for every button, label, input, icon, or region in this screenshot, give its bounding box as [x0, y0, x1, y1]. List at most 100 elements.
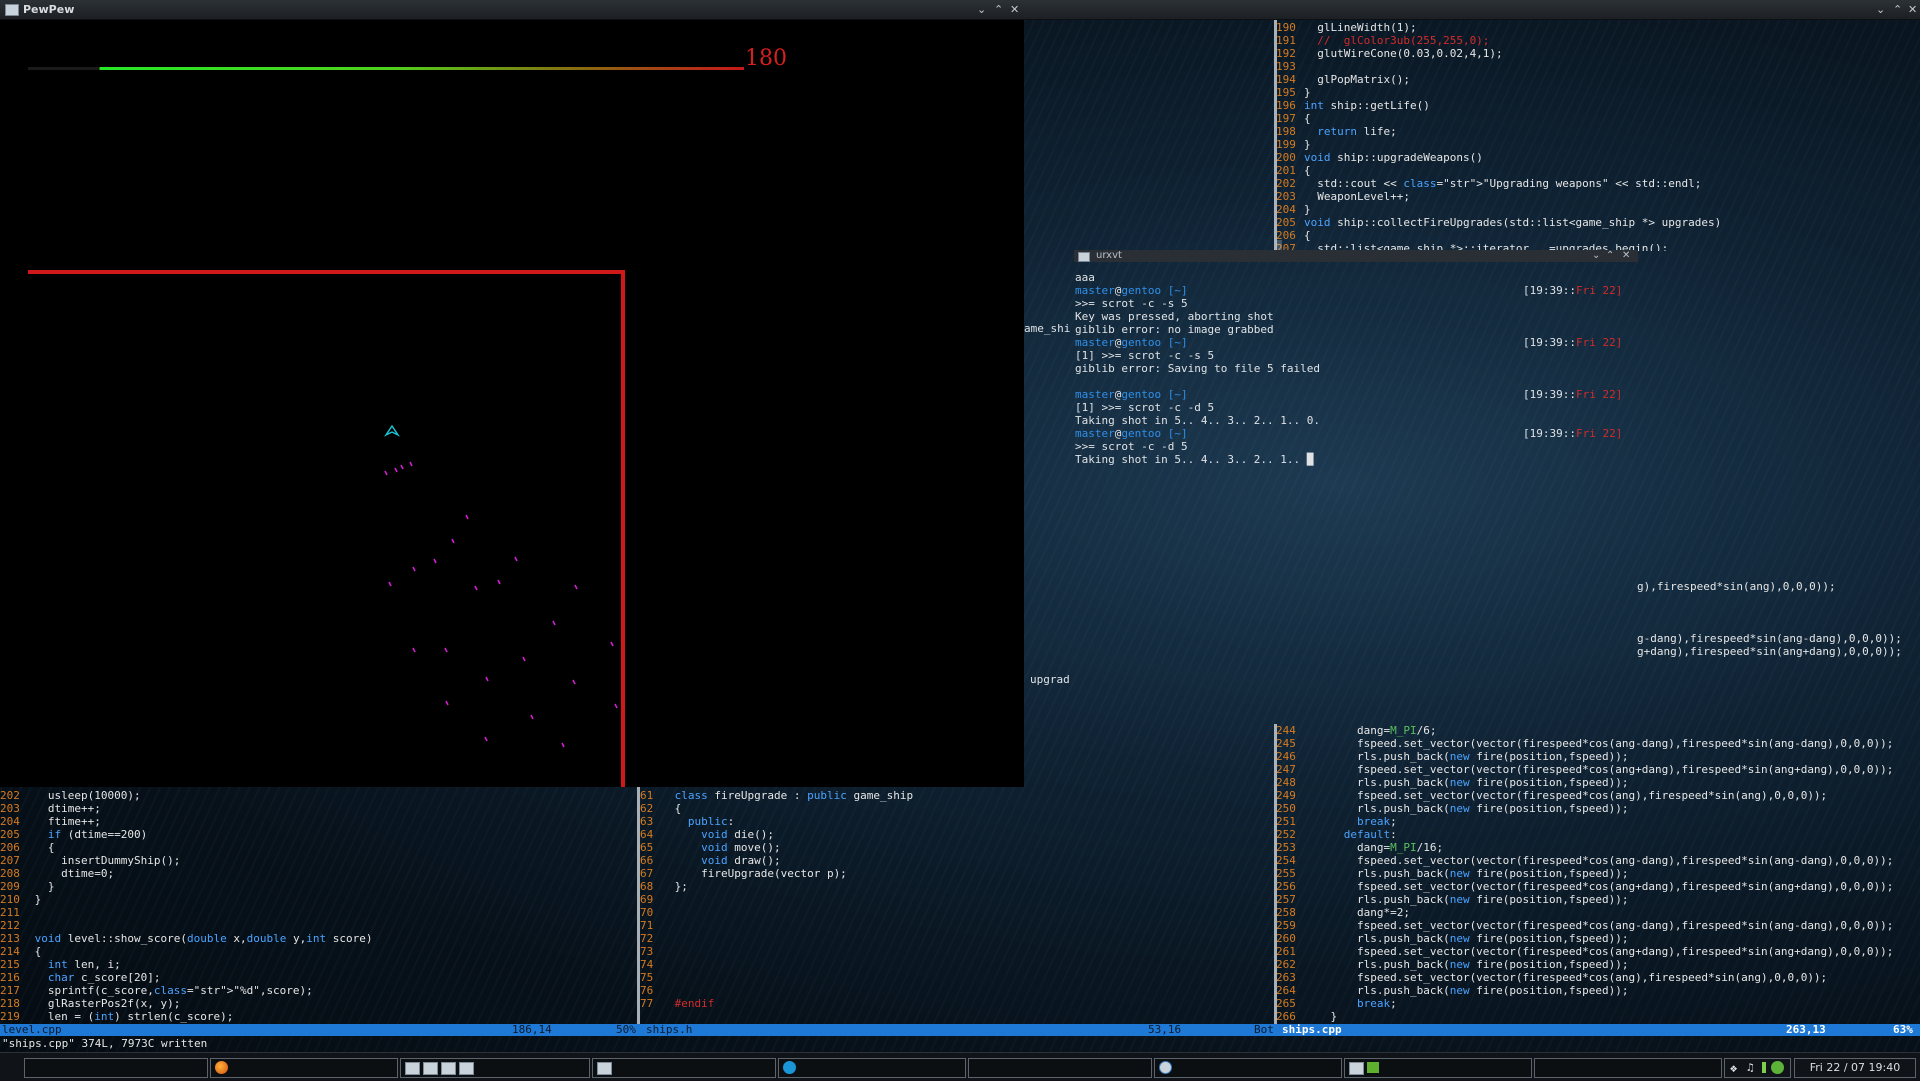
- editor-pane-right-bottom[interactable]: 244 dang=M_PI/6; 245 fspeed.set_vector(ve…: [1276, 724, 1920, 1024]
- enemy-particle: [409, 461, 413, 467]
- pane-divider-3[interactable]: [1274, 724, 1277, 1024]
- dropbox-icon[interactable]: ❖: [1730, 1061, 1737, 1075]
- workspace-icon-4: [459, 1062, 474, 1075]
- taskbar-slot-window[interactable]: [592, 1058, 776, 1078]
- arena-border: [28, 270, 625, 787]
- enemy-particle: [610, 641, 614, 647]
- code-line: 207 insertDummyShip();: [0, 854, 181, 867]
- code-line: 195}: [1276, 86, 1311, 99]
- code-line: 75: [640, 971, 654, 984]
- code-line: 71: [640, 919, 654, 932]
- taskbar-slot-1[interactable]: [24, 1058, 208, 1078]
- code-line: 210 }: [0, 893, 42, 906]
- terminal-minimize-icon[interactable]: ⌄: [1592, 250, 1600, 262]
- terminal-line: aaa: [1075, 271, 1095, 284]
- code-line: 203 dtime++;: [0, 802, 101, 815]
- pane-divider-1[interactable]: [637, 787, 640, 1024]
- code-line: 244 dang=M_PI/6;: [1276, 724, 1437, 737]
- app-icon: [1159, 1061, 1172, 1074]
- workspace-icon-3: [441, 1062, 456, 1075]
- game-viewport[interactable]: 180: [0, 19, 1024, 787]
- code-line: 205 void ship::collectFireUpgrades(std::l…: [1276, 216, 1722, 229]
- terminal-maximize-icon[interactable]: ⌃: [1606, 250, 1614, 262]
- system-tray: ❖ ♫: [1724, 1058, 1791, 1078]
- code-line: 202 usleep(10000);: [0, 789, 141, 802]
- code-line: 69: [640, 893, 654, 906]
- media-window-icon: [1349, 1062, 1364, 1075]
- terminal-line: Taking shot in 5.. 4.. 3.. 2.. 1.. █: [1075, 453, 1314, 466]
- code-line: 200 void ship::upgradeWeapons(): [1276, 151, 1483, 164]
- vim-command-line[interactable]: "ships.cpp" 374L, 7973C written: [2, 1037, 207, 1050]
- terminal-titlebar[interactable]: urxvt ⌄ ⌃ ✕: [1074, 250, 1638, 262]
- maximize-icon[interactable]: ⌃: [994, 0, 1003, 19]
- code-line: 260 rls.push_back(new fire(position,fspe…: [1276, 932, 1629, 945]
- taskbar-slot-app[interactable]: [1154, 1058, 1342, 1078]
- code-line: 262 rls.push_back(new fire(position,fspe…: [1276, 958, 1629, 971]
- maximize-icon-2[interactable]: ⌃: [1893, 0, 1902, 19]
- taskbar-slot-workspaces[interactable]: [400, 1058, 590, 1078]
- enemy-particle: [445, 700, 449, 706]
- terminal-line: Key was pressed, aborting shot: [1075, 310, 1274, 323]
- clock[interactable]: Fri 22 / 07 19:40: [1794, 1058, 1916, 1078]
- editor-pane-right-mid[interactable]: g),firespeed*sin(ang),0,0,0)); g-dang),fi…: [1637, 580, 1920, 670]
- status-right-percent: 63%: [1893, 1023, 1913, 1036]
- code-line: 266 }: [1276, 1010, 1338, 1023]
- close-icon[interactable]: ✕: [1010, 0, 1019, 19]
- enemy-particle: [522, 656, 526, 662]
- code-line: g+dang),firespeed*sin(ang+dang),0,0,0));: [1637, 645, 1902, 658]
- taskbar-slot-skype[interactable]: [778, 1058, 966, 1078]
- volume-icon[interactable]: ♫: [1747, 1061, 1754, 1074]
- pane-divider-2[interactable]: [1274, 20, 1277, 252]
- terminal-close-icon[interactable]: ✕: [1622, 250, 1630, 262]
- code-line: 245 fspeed.set_vector(vector(firespeed*c…: [1276, 737, 1894, 750]
- game-canvas: [28, 67, 745, 787]
- vim-statusline: level.cpp 186,14 50% ships.h 53,16 Bot s…: [0, 1024, 1920, 1036]
- enemy-particle: [451, 538, 455, 544]
- code-line: 246 rls.push_back(new fire(position,fspe…: [1276, 750, 1629, 763]
- code-line: 248 rls.push_back(new fire(position,fspe…: [1276, 776, 1629, 789]
- code-line: 203 WeaponLevel++;: [1276, 190, 1410, 203]
- code-line: 66 void draw();: [640, 854, 781, 867]
- window-titlebar[interactable]: PewPew ⌄ ⌃ ✕ ⌄ ⌃ ✕: [0, 0, 1920, 20]
- code-line: 255 rls.push_back(new fire(position,fspe…: [1276, 867, 1629, 880]
- enemy-particle: [484, 736, 488, 742]
- code-line: 196 int ship::getLife(): [1276, 99, 1430, 112]
- code-line: 68 };: [640, 880, 688, 893]
- code-line: 265 break;: [1276, 997, 1397, 1010]
- code-line: 212: [0, 919, 20, 932]
- player-ship: [383, 424, 401, 437]
- code-line: 215 int len, i;: [0, 958, 121, 971]
- code-line: 61 class fireUpgrade : public game_ship: [640, 789, 914, 802]
- terminal-icon: [1078, 252, 1090, 262]
- code-line: 202 std::cout << class="str">"Upgrading …: [1276, 177, 1702, 190]
- code-line: 63 public:: [640, 815, 735, 828]
- status-mid-file: ships.h: [646, 1023, 693, 1036]
- code-line: 77 #endif: [640, 997, 715, 1010]
- taskbar-slot-empty[interactable]: [968, 1058, 1152, 1078]
- network-icon[interactable]: [1762, 1062, 1766, 1073]
- terminal-line: >>= scrot -c -d 5: [1075, 440, 1188, 453]
- code-line: 194 glPopMatrix();: [1276, 73, 1410, 86]
- code-line: 192 glutWireCone(0.03,0.02,4,1);: [1276, 47, 1503, 60]
- taskbar-slot-empty-2[interactable]: [1534, 1058, 1722, 1078]
- enemy-particle: [412, 647, 416, 653]
- window-title: PewPew: [23, 3, 75, 16]
- taskbar-slot-media[interactable]: [1344, 1058, 1532, 1078]
- minimize-icon-2[interactable]: ⌄: [1876, 0, 1885, 19]
- code-line: 64 void die();: [640, 828, 774, 841]
- code-line: 251 break;: [1276, 815, 1397, 828]
- status-icon[interactable]: [1771, 1061, 1784, 1074]
- enemy-particle: [412, 566, 416, 572]
- editor-pane-left[interactable]: 202 usleep(10000); 203 dtime++; 204 ftime+…: [0, 789, 636, 1024]
- code-line: 70: [640, 906, 654, 919]
- taskbar: ❖ ♫ Fri 22 / 07 19:40: [0, 1052, 1920, 1081]
- editor-pane-middle[interactable]: 61 class fireUpgrade : public game_ship 6…: [640, 789, 1276, 1024]
- terminal-prompt-line: master@gentoo [~] [19:39::Fri 22]: [1075, 427, 1623, 440]
- enemy-particle: [561, 742, 565, 748]
- terminal-output[interactable]: aaamaster@gentoo [~] [19:39::Fri 22] >>= s…: [1075, 271, 1645, 471]
- close-icon-2[interactable]: ✕: [1908, 0, 1917, 19]
- editor-pane-right-top[interactable]: 190 glLineWidth(1); 191 // glColor3ub(255…: [1276, 21, 1920, 251]
- code-line: 206{: [1276, 229, 1311, 242]
- minimize-icon[interactable]: ⌄: [977, 0, 986, 19]
- taskbar-slot-firefox[interactable]: [210, 1058, 398, 1078]
